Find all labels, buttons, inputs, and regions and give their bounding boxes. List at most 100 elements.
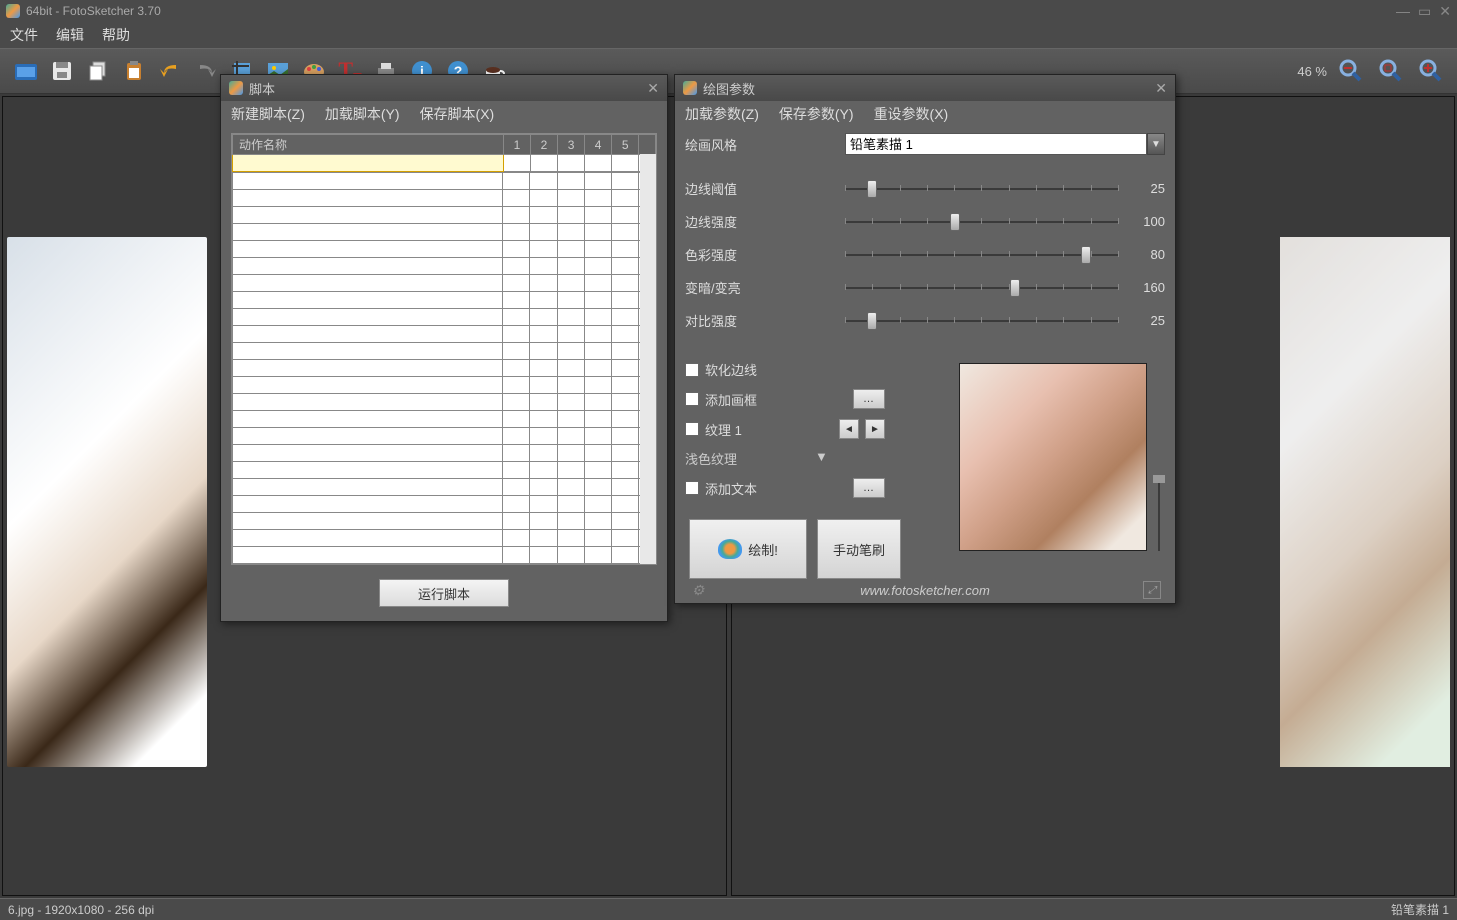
texture-select[interactable]: 浅色纹理 xyxy=(685,449,815,468)
slider-value-1: 100 xyxy=(1129,214,1165,229)
table-row[interactable] xyxy=(233,241,656,258)
slider-2[interactable] xyxy=(845,246,1119,264)
script-menu: 新建脚本(Z) 加载脚本(Y) 保存脚本(X) xyxy=(221,101,667,127)
undo-icon[interactable] xyxy=(154,55,186,87)
table-row[interactable] xyxy=(233,394,656,411)
copy-icon[interactable] xyxy=(82,55,114,87)
params-close-button[interactable]: ✕ xyxy=(1155,80,1167,97)
script-body: 动作名称 1 2 3 4 5 运行脚本 xyxy=(221,127,667,621)
style-dropdown-icon[interactable]: ▼ xyxy=(1147,133,1165,155)
table-row[interactable] xyxy=(233,377,656,394)
table-row[interactable] xyxy=(233,547,656,564)
style-select[interactable]: 铅笔素描 1 xyxy=(845,133,1147,155)
brush-button[interactable]: 手动笔刷 xyxy=(817,519,901,579)
zoom-out-icon[interactable] xyxy=(1335,55,1367,87)
zoom-fit-icon[interactable] xyxy=(1375,55,1407,87)
save-icon[interactable] xyxy=(46,55,78,87)
frame-options-button[interactable]: … xyxy=(853,389,885,409)
table-row[interactable] xyxy=(233,428,656,445)
script-close-button[interactable]: ✕ xyxy=(647,80,659,97)
preview-zoom-slider[interactable] xyxy=(1153,475,1165,551)
close-button[interactable]: ✕ xyxy=(1439,3,1451,20)
slider-label-0: 边线阈值 xyxy=(685,179,845,198)
redo-icon[interactable] xyxy=(190,55,222,87)
texture-prev-button[interactable]: ◄ xyxy=(839,419,859,439)
table-row[interactable] xyxy=(233,360,656,377)
col-1[interactable]: 1 xyxy=(503,135,530,155)
minimize-button[interactable]: — xyxy=(1396,3,1410,20)
table-row[interactable] xyxy=(233,445,656,462)
table-row[interactable] xyxy=(233,479,656,496)
col-scroll xyxy=(639,135,656,155)
open-icon[interactable] xyxy=(10,55,42,87)
table-row[interactable] xyxy=(233,326,656,343)
frame-checkbox[interactable] xyxy=(685,392,699,406)
table-row xyxy=(233,155,656,172)
maximize-button[interactable]: ▭ xyxy=(1418,3,1431,20)
table-row[interactable] xyxy=(233,513,656,530)
slider-1[interactable] xyxy=(845,213,1119,231)
table-row[interactable] xyxy=(233,411,656,428)
slider-4[interactable] xyxy=(845,312,1119,330)
slider-3[interactable] xyxy=(845,279,1119,297)
window-title: 64bit - FotoSketcher 3.70 xyxy=(26,4,161,18)
col-2[interactable]: 2 xyxy=(530,135,557,155)
preview-image xyxy=(959,363,1147,551)
col-4[interactable]: 4 xyxy=(585,135,612,155)
script-save[interactable]: 保存脚本(X) xyxy=(420,104,495,124)
slider-label-3: 变暗/变亮 xyxy=(685,278,845,297)
col-5[interactable]: 5 xyxy=(612,135,639,155)
menu-help[interactable]: 帮助 xyxy=(102,25,130,45)
table-row[interactable] xyxy=(233,224,656,241)
table-row[interactable] xyxy=(233,275,656,292)
text-options-button[interactable]: … xyxy=(853,478,885,498)
paste-icon[interactable] xyxy=(118,55,150,87)
table-scrollbar[interactable] xyxy=(640,154,656,564)
zoom-level: 46 % xyxy=(1297,64,1327,79)
palette-icon xyxy=(718,539,742,559)
params-reset[interactable]: 重设参数(X) xyxy=(874,104,949,124)
script-title-bar[interactable]: 脚本 ✕ xyxy=(221,75,667,101)
slider-value-3: 160 xyxy=(1129,280,1165,295)
slider-label-2: 色彩强度 xyxy=(685,245,845,264)
script-load[interactable]: 加载脚本(Y) xyxy=(325,104,400,124)
table-row[interactable] xyxy=(233,496,656,513)
draw-button[interactable]: 绘制! xyxy=(689,519,807,579)
slider-value-4: 25 xyxy=(1129,313,1165,328)
soften-checkbox[interactable] xyxy=(685,363,699,377)
website-url: www.fotosketcher.com xyxy=(689,583,1161,598)
zoom-in-icon[interactable] xyxy=(1415,55,1447,87)
table-row[interactable] xyxy=(233,462,656,479)
script-new[interactable]: 新建脚本(Z) xyxy=(231,104,305,124)
app-icon xyxy=(6,4,20,18)
table-row[interactable] xyxy=(233,343,656,360)
col-3[interactable]: 3 xyxy=(558,135,585,155)
title-bar: 64bit - FotoSketcher 3.70 — ▭ ✕ xyxy=(0,0,1457,22)
text-checkbox[interactable] xyxy=(685,481,699,495)
table-row[interactable] xyxy=(233,173,656,190)
status-right: 铅笔素描 1 xyxy=(1391,901,1449,918)
params-load[interactable]: 加载参数(Z) xyxy=(685,104,759,124)
texture-next-button[interactable]: ► xyxy=(865,419,885,439)
script-table[interactable]: 动作名称 1 2 3 4 5 xyxy=(231,133,657,565)
params-save[interactable]: 保存参数(Y) xyxy=(779,104,854,124)
table-row[interactable] xyxy=(233,530,656,547)
params-title: 绘图参数 xyxy=(703,79,755,98)
menu-file[interactable]: 文件 xyxy=(10,25,38,45)
table-row[interactable] xyxy=(233,190,656,207)
dialog-icon xyxy=(683,81,697,95)
status-bar: 6.jpg - 1920x1080 - 256 dpi 铅笔素描 1 xyxy=(0,898,1457,920)
table-row[interactable] xyxy=(233,207,656,224)
source-image xyxy=(7,237,207,767)
slider-label-4: 对比强度 xyxy=(685,311,845,330)
slider-0[interactable] xyxy=(845,180,1119,198)
texture-dropdown-icon[interactable]: ▼ xyxy=(815,449,828,468)
col-action-name[interactable]: 动作名称 xyxy=(233,135,504,155)
run-script-button[interactable]: 运行脚本 xyxy=(379,579,509,607)
table-row[interactable] xyxy=(233,309,656,326)
menu-edit[interactable]: 编辑 xyxy=(56,25,84,45)
params-title-bar[interactable]: 绘图参数 ✕ xyxy=(675,75,1175,101)
table-row[interactable] xyxy=(233,292,656,309)
texture-checkbox[interactable] xyxy=(685,422,699,436)
table-row[interactable] xyxy=(233,258,656,275)
